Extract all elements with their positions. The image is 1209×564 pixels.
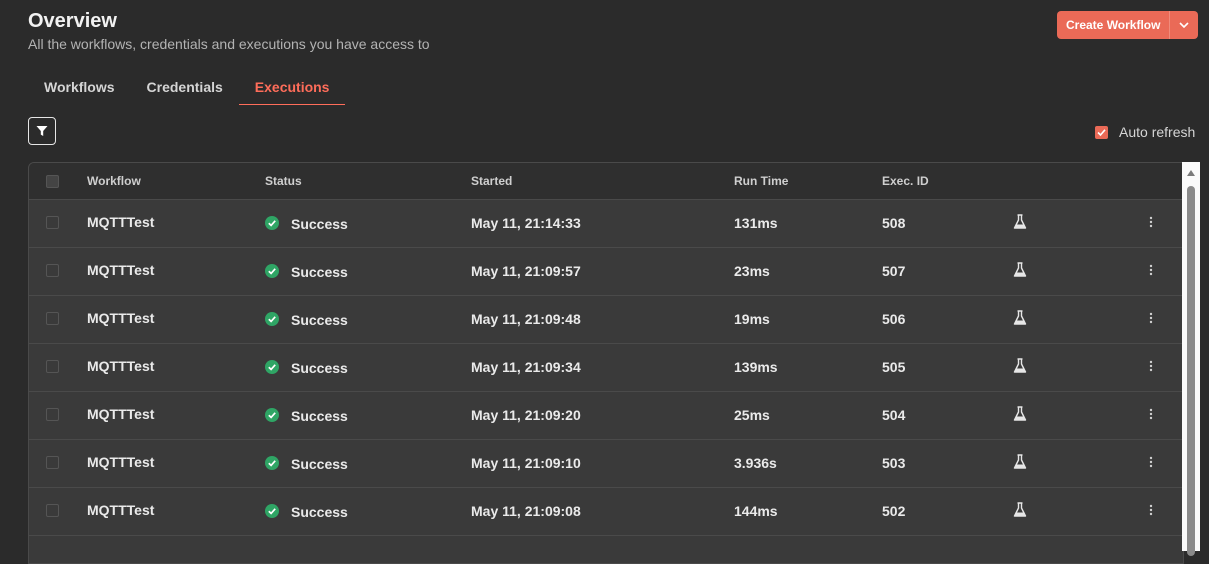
table-row[interactable]: MQTTTest Success May 11, 21:09:34 139ms 505: [29, 344, 1183, 392]
create-workflow-dropdown-button[interactable]: [1170, 11, 1199, 39]
success-check-icon: [265, 264, 279, 278]
auto-refresh-label: Auto refresh: [1119, 124, 1196, 140]
run-time: 23ms: [734, 263, 770, 279]
exec-id: 503: [882, 455, 906, 471]
flask-icon[interactable]: [1013, 310, 1027, 326]
row-checkbox[interactable]: [46, 504, 59, 517]
column-run-time: Run Time: [734, 174, 789, 188]
status-text: Success: [291, 360, 348, 376]
scrollbar[interactable]: [1182, 162, 1200, 556]
table-row[interactable]: MQTTTest Success May 11, 21:09:48 19ms 506: [29, 296, 1183, 344]
exec-id: 507: [882, 263, 906, 279]
success-check-icon: [265, 504, 279, 518]
started-time: May 11, 21:09:57: [471, 263, 581, 279]
flask-icon[interactable]: [1013, 454, 1027, 470]
row-checkbox[interactable]: [46, 408, 59, 421]
check-icon: [1097, 128, 1106, 136]
exec-id: 506: [882, 311, 906, 327]
workflow-name[interactable]: MQTTTest: [87, 358, 154, 374]
row-checkbox[interactable]: [46, 216, 59, 229]
started-time: May 11, 21:09:34: [471, 359, 581, 375]
success-check-icon: [265, 360, 279, 374]
table-header: Workflow Status Started Run Time Exec. I…: [29, 163, 1183, 200]
started-time: May 11, 21:09:10: [471, 455, 581, 471]
table-row[interactable]: MQTTTest Success May 11, 21:09:08 144ms 502: [29, 488, 1183, 536]
row-checkbox[interactable]: [46, 360, 59, 373]
workflow-name[interactable]: MQTTTest: [87, 502, 154, 518]
row-checkbox[interactable]: [46, 264, 59, 277]
exec-id: 504: [882, 407, 906, 423]
filter-button[interactable]: [28, 117, 56, 145]
success-check-icon: [265, 408, 279, 422]
success-check-icon: [265, 216, 279, 230]
more-vertical-icon[interactable]: [1149, 358, 1153, 374]
tab-executions[interactable]: Executions: [238, 76, 346, 105]
more-vertical-icon[interactable]: [1149, 454, 1153, 470]
run-time: 19ms: [734, 311, 770, 327]
table-row[interactable]: MQTTTest Success May 11, 21:09:57 23ms 507: [29, 248, 1183, 296]
workflow-name[interactable]: MQTTTest: [87, 262, 154, 278]
status-text: Success: [291, 504, 348, 520]
status-text: Success: [291, 408, 348, 424]
tab-workflows[interactable]: Workflows: [28, 76, 131, 104]
more-vertical-icon[interactable]: [1149, 310, 1153, 326]
filter-icon: [36, 126, 48, 136]
create-workflow-button[interactable]: Create Workflow: [1057, 11, 1171, 39]
run-time: 144ms: [734, 503, 778, 519]
started-time: May 11, 21:09:08: [471, 503, 581, 519]
status-text: Success: [291, 456, 348, 472]
flask-icon[interactable]: [1013, 502, 1027, 518]
success-check-icon: [265, 456, 279, 470]
exec-id: 505: [882, 359, 906, 375]
flask-icon[interactable]: [1013, 214, 1027, 230]
exec-id: 502: [882, 503, 906, 519]
flask-icon[interactable]: [1013, 406, 1027, 422]
column-status: Status: [265, 174, 302, 188]
column-workflow: Workflow: [87, 174, 141, 188]
run-time: 131ms: [734, 215, 778, 231]
auto-refresh-toggle[interactable]: Auto refresh: [1095, 124, 1195, 140]
run-time: 139ms: [734, 359, 778, 375]
column-started: Started: [471, 174, 513, 188]
overview-tabs: Workflows Credentials Executions: [28, 76, 346, 105]
status-text: Success: [291, 216, 348, 232]
row-checkbox[interactable]: [46, 312, 59, 325]
table-body: MQTTTest Success May 11, 21:14:33 131ms 508 M…: [29, 200, 1183, 536]
page-subtitle: All the workflows, credentials and execu…: [28, 36, 430, 52]
started-time: May 11, 21:09:48: [471, 311, 581, 327]
status-text: Success: [291, 264, 348, 280]
started-time: May 11, 21:09:20: [471, 407, 581, 423]
workflow-name[interactable]: MQTTTest: [87, 454, 154, 470]
workflow-name[interactable]: MQTTTest: [87, 214, 154, 230]
flask-icon[interactable]: [1013, 262, 1027, 278]
workflow-name[interactable]: MQTTTest: [87, 406, 154, 422]
workflow-name[interactable]: MQTTTest: [87, 310, 154, 326]
table-row[interactable]: MQTTTest Success May 11, 21:09:20 25ms 504: [29, 392, 1183, 440]
scrollbar-thumb[interactable]: [1187, 186, 1195, 556]
more-vertical-icon[interactable]: [1149, 214, 1153, 230]
more-vertical-icon[interactable]: [1149, 406, 1153, 422]
executions-table: Workflow Status Started Run Time Exec. I…: [28, 162, 1184, 564]
page-title: Overview: [28, 10, 117, 32]
run-time: 3.936s: [734, 455, 777, 471]
table-row[interactable]: MQTTTest Success May 11, 21:14:33 131ms 508: [29, 200, 1183, 248]
success-check-icon: [265, 312, 279, 326]
started-time: May 11, 21:14:33: [471, 215, 581, 231]
select-all-checkbox[interactable]: [46, 175, 59, 188]
column-exec-id: Exec. ID: [882, 174, 929, 188]
tab-credentials[interactable]: Credentials: [131, 76, 239, 104]
more-vertical-icon[interactable]: [1149, 262, 1153, 278]
more-vertical-icon[interactable]: [1149, 502, 1153, 518]
create-workflow-group: Create Workflow: [1057, 11, 1199, 39]
exec-id: 508: [882, 215, 906, 231]
chevron-down-icon: [1179, 22, 1190, 28]
scroll-up-arrow-icon[interactable]: [1187, 170, 1195, 176]
row-checkbox[interactable]: [46, 456, 59, 469]
flask-icon[interactable]: [1013, 358, 1027, 374]
table-row[interactable]: MQTTTest Success May 11, 21:09:10 3.936s 503: [29, 440, 1183, 488]
run-time: 25ms: [734, 407, 770, 423]
auto-refresh-checkbox[interactable]: [1095, 125, 1108, 139]
status-text: Success: [291, 312, 348, 328]
